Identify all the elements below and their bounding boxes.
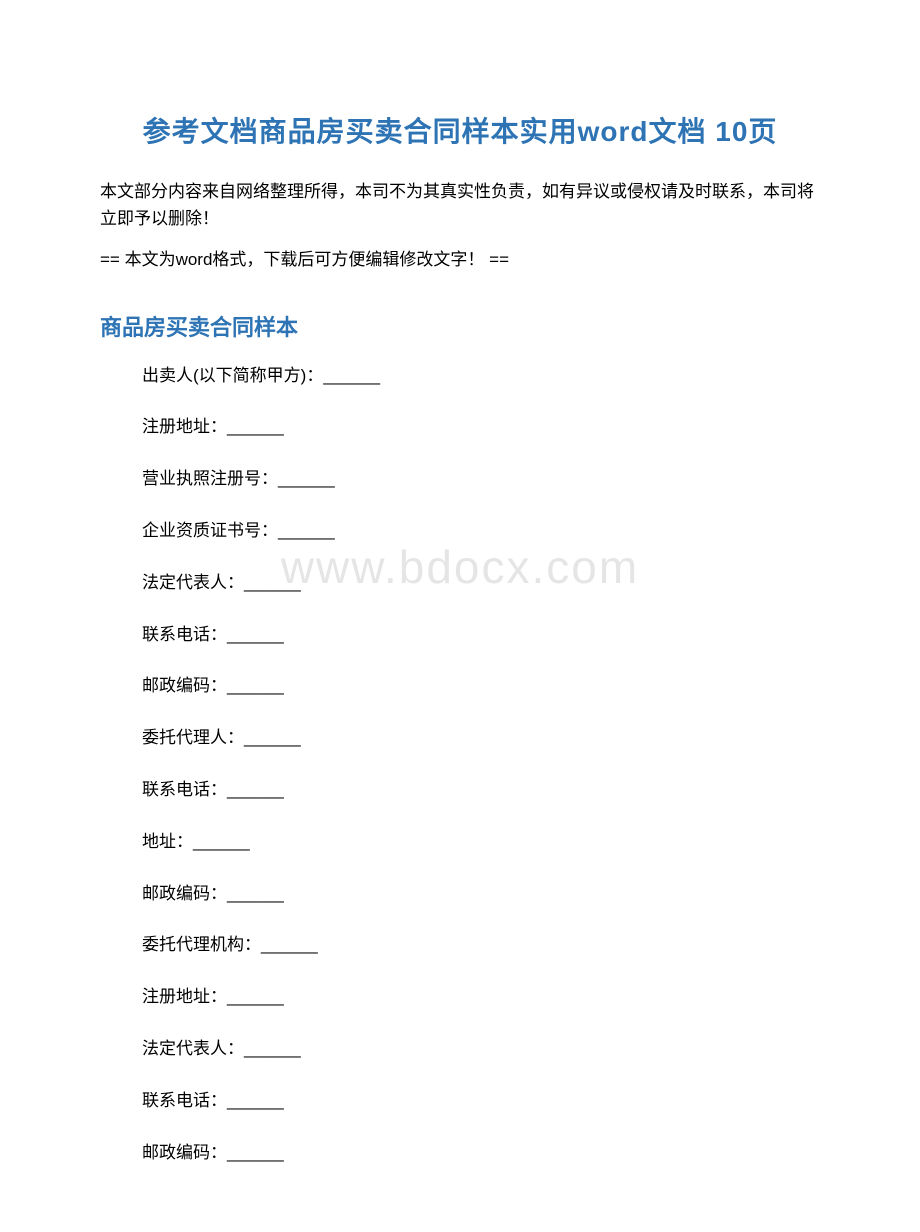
field-qualification-no: 企业资质证书号：______ [142, 519, 820, 543]
field-postal2: 邮政编码：______ [142, 882, 820, 906]
field-postal3: 邮政编码：______ [142, 1141, 820, 1165]
field-agent-phone: 联系电话：______ [142, 778, 820, 802]
field-agency-org: 委托代理机构：______ [142, 933, 820, 957]
field-reg-address: 注册地址：______ [142, 415, 820, 439]
document-title: 参考文档商品房买卖合同样本实用word文档 10页 [100, 110, 820, 150]
section-title: 商品房买卖合同样本 [100, 310, 820, 342]
field-seller: 出卖人(以下简称甲方)：______ [142, 364, 820, 388]
field-phone2: 联系电话：______ [142, 1089, 820, 1113]
fields-container: 出卖人(以下简称甲方)：______ 注册地址：______ 营业执照注册号：_… [100, 364, 820, 1165]
field-reg-address2: 注册地址：______ [142, 985, 820, 1009]
field-phone: 联系电话：______ [142, 623, 820, 647]
field-legal-rep2: 法定代表人：______ [142, 1037, 820, 1061]
disclaimer-text: 本文部分内容来自网络整理所得，本司不为其真实性负责，如有异议或侵权请及时联系，本… [100, 178, 820, 232]
format-note: == 本文为word格式，下载后可方便编辑修改文字！ == [100, 246, 820, 273]
field-agent: 委托代理人：______ [142, 726, 820, 750]
field-address: 地址：______ [142, 830, 820, 854]
field-postal: 邮政编码：______ [142, 674, 820, 698]
field-legal-rep: 法定代表人：______ [142, 571, 820, 595]
field-license-no: 营业执照注册号：______ [142, 467, 820, 491]
